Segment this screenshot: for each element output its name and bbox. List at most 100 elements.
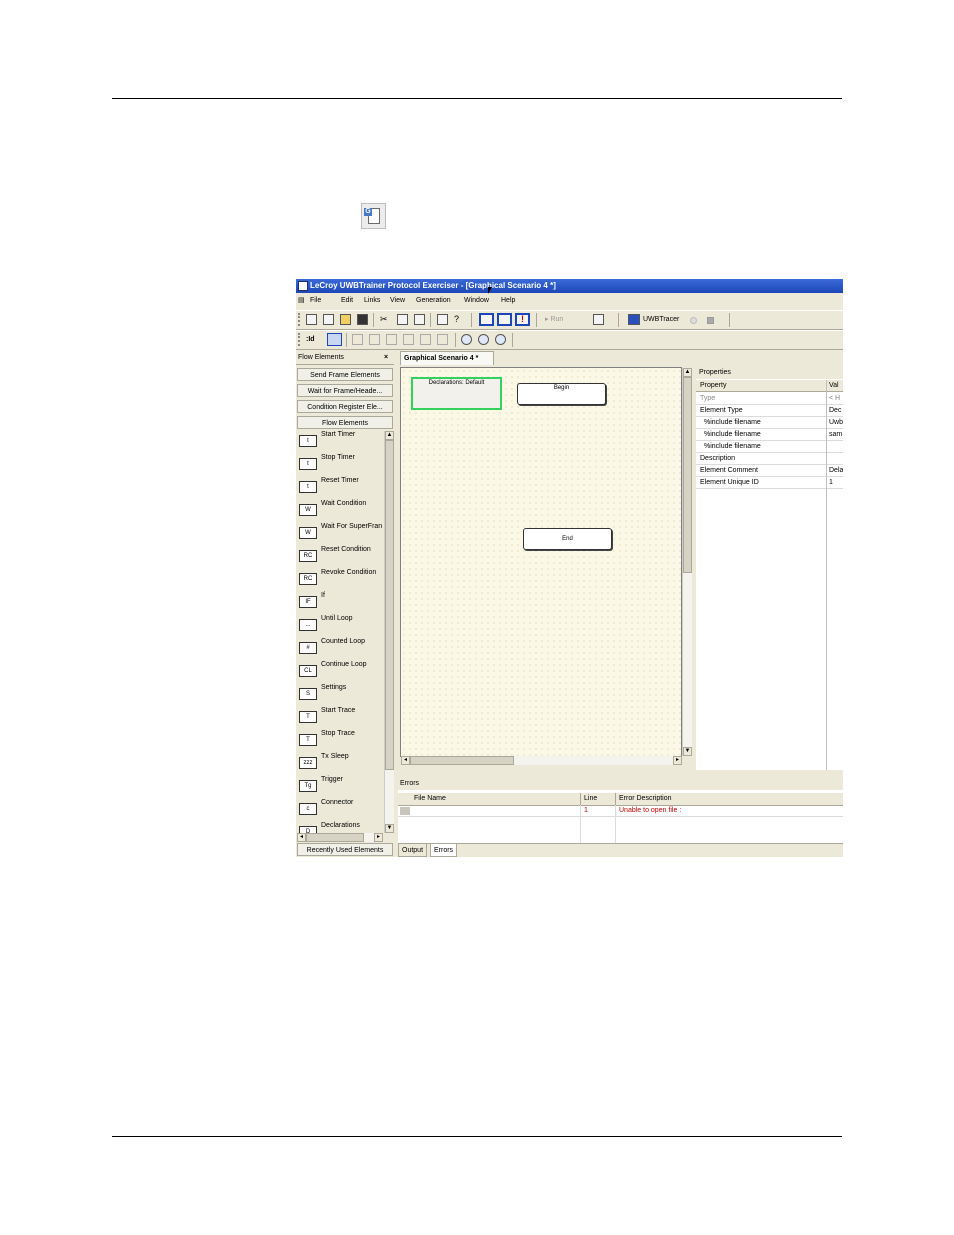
property-value[interactable]: < H [829,393,840,404]
tab-errors[interactable]: Errors [430,844,458,857]
zoom-in-icon[interactable] [461,334,472,345]
error-row[interactable]: 1 Unable to open file : [398,806,843,817]
view-errors-icon[interactable]: ! [515,313,530,326]
tab-graphical-scenario[interactable]: Graphical Scenario 4 * [400,351,494,365]
property-row[interactable]: %include filename [696,441,843,453]
category-wait-frame[interactable]: Wait for Frame/Heade... [297,384,393,397]
new-scenario-icon[interactable] [306,314,317,325]
menu-help[interactable]: Help [501,294,515,308]
scroll-thumb[interactable] [385,440,394,770]
property-row[interactable]: Element Comment Dela [696,465,843,477]
category-flow-elements[interactable]: Flow Elements [297,416,393,429]
scroll-left-arrow-icon[interactable]: ◂ [297,833,306,842]
close-icon[interactable]: × [384,351,388,364]
property-value[interactable]: sam [829,429,842,440]
scroll-up-arrow-icon[interactable]: ▲ [683,368,692,377]
recently-used-elements[interactable]: Recently Used Elements [297,843,393,856]
align-icon-1[interactable] [352,334,363,345]
flow-element-item[interactable]: RC Revoke Condition [297,569,383,591]
flow-element-item[interactable]: t Reset Timer [297,477,383,499]
flow-element-item[interactable]: c Connector [297,799,383,821]
flow-element-item[interactable]: T Stop Trace [297,730,383,752]
h-scroll-thumb[interactable] [306,833,364,842]
canvas-hscroll[interactable]: ◂ ▸ [401,756,682,765]
copy-icon[interactable] [397,314,408,325]
report-icon[interactable] [593,314,604,325]
flow-list-hscroll[interactable]: ◂ ▸ [297,833,383,842]
align-icon-5[interactable] [420,334,431,345]
uwbtracer-button[interactable]: UWBTracer [643,311,679,329]
run-button[interactable]: ▸ Run [545,311,563,329]
view-properties-icon[interactable] [479,313,494,326]
property-value[interactable]: 1 [829,477,833,488]
canvas-scroll-thumb[interactable] [683,377,692,573]
scroll-left-arrow-icon[interactable]: ◂ [401,756,410,765]
flow-element-label: Connector [321,799,354,806]
flow-element-item[interactable]: zzz Tx Sleep [297,753,383,775]
scroll-right-arrow-icon[interactable]: ▸ [673,756,682,765]
property-row[interactable]: Description [696,453,843,465]
scroll-down-arrow-icon[interactable]: ▼ [683,747,692,756]
zoom-out-icon[interactable] [478,334,489,345]
save-icon[interactable] [357,314,368,325]
menu-doc-icon[interactable]: ▤ [298,294,305,308]
canvas-vscroll[interactable]: ▲ ▼ [682,368,692,756]
toolbar-grip[interactable] [298,333,302,346]
property-value[interactable]: Uwb [829,417,843,428]
flow-element-item[interactable]: # Counted Loop [297,638,383,660]
align-icon-3[interactable] [386,334,397,345]
zoom-fit-icon[interactable] [495,334,506,345]
flow-element-item[interactable]: S Settings [297,684,383,706]
menu-window[interactable]: Window [464,294,489,308]
flow-element-item[interactable]: Tg Trigger [297,776,383,798]
cut-icon[interactable]: ✂ [380,314,391,325]
flow-element-item[interactable]: RC Reset Condition [297,546,383,568]
help-icon[interactable]: ? [454,314,465,325]
flow-element-item[interactable]: IF If [297,592,383,614]
print-icon[interactable] [437,314,448,325]
flow-element-item[interactable]: CL Continue Loop [297,661,383,683]
canvas-h-thumb[interactable] [410,756,514,765]
menu-view[interactable]: View [390,294,405,308]
flow-list-vscroll[interactable]: ▲ ▼ [384,431,394,833]
category-condition-register[interactable]: Condition Register Ele... [297,400,393,413]
scroll-up-arrow-icon[interactable]: ▲ [385,431,394,440]
open-folder-icon[interactable] [340,314,351,325]
align-icon-2[interactable] [369,334,380,345]
menu-file[interactable]: File [310,294,321,308]
align-icon-4[interactable] [403,334,414,345]
property-row[interactable]: Element Type Dec [696,405,843,417]
scenario-canvas[interactable]: Declarations: Default Begin End ▲ ▼ ◂ ▸ [400,367,692,765]
property-row[interactable]: %include filename sam [696,429,843,441]
flow-element-item[interactable]: W Wait For SuperFran [297,523,383,545]
property-row[interactable]: Element Unique ID 1 [696,477,843,489]
declarations-node[interactable]: Declarations: Default [411,377,502,410]
record-icon[interactable] [690,317,697,324]
toolbar-grip[interactable] [298,313,302,326]
property-value[interactable]: Dela [829,465,843,476]
id-button[interactable]: :Id [306,331,315,349]
flow-element-item[interactable]: t Start Timer [297,431,383,453]
new-file-icon[interactable] [323,314,334,325]
scroll-down-arrow-icon[interactable]: ▼ [385,824,394,833]
menu-edit[interactable]: Edit [341,294,353,308]
tab-output[interactable]: Output [398,844,428,857]
end-node[interactable]: End [523,528,612,550]
paste-icon[interactable] [414,314,425,325]
flow-element-item[interactable]: T Start Trace [297,707,383,729]
scroll-right-arrow-icon[interactable]: ▸ [374,833,383,842]
category-send-frame[interactable]: Send Frame Elements [297,368,393,381]
view-output-icon[interactable] [497,313,512,326]
stop-icon[interactable] [707,317,714,324]
begin-node[interactable]: Begin [517,383,606,405]
menu-links[interactable]: Links [364,294,380,308]
property-row[interactable]: Type < H [696,393,843,405]
grid-toggle-icon[interactable] [327,333,342,346]
property-row[interactable]: %include filename Uwb [696,417,843,429]
property-value[interactable]: Dec [829,405,841,416]
flow-element-item[interactable]: t Stop Timer [297,454,383,476]
align-icon-6[interactable] [437,334,448,345]
menu-generation[interactable]: Generation [416,294,451,308]
flow-element-item[interactable]: ... Until Loop [297,615,383,637]
flow-element-item[interactable]: W Wait Condition [297,500,383,522]
